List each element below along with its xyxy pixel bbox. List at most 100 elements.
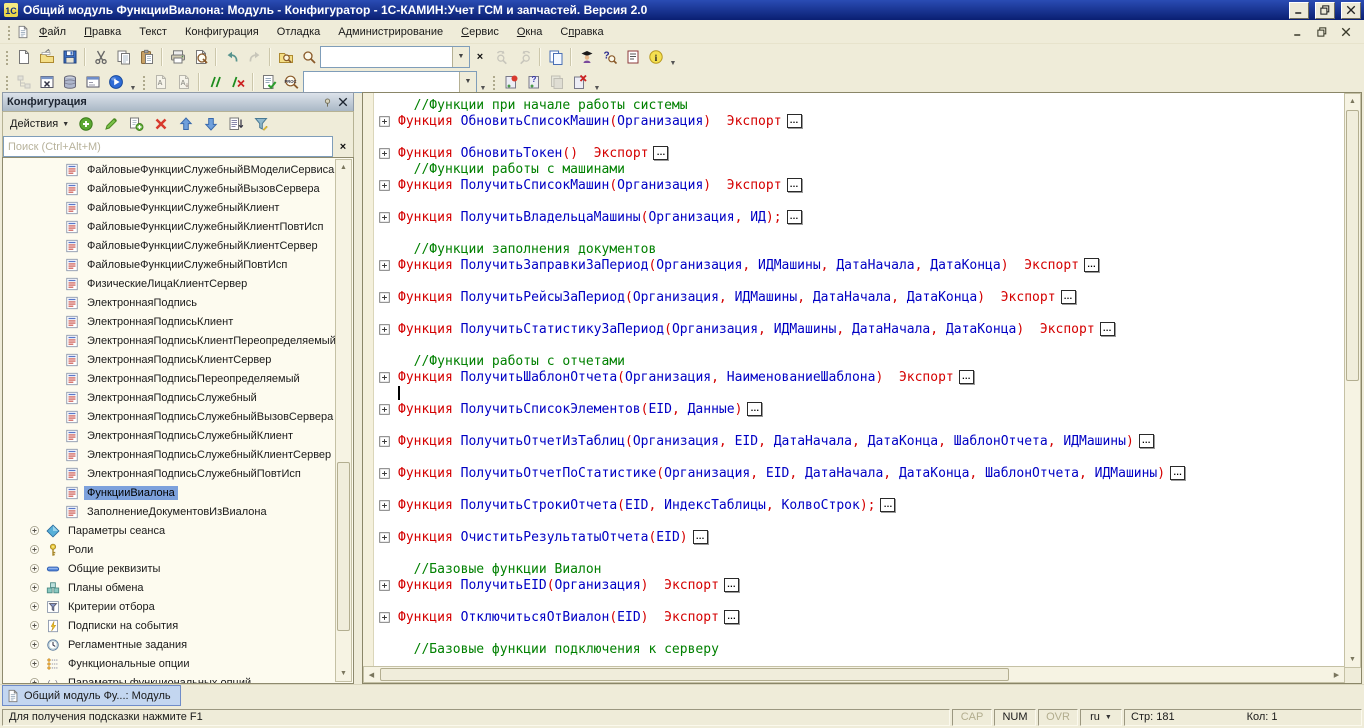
scroll-right-icon[interactable]: ▶ xyxy=(1329,667,1344,682)
code-area[interactable]: //Функции при начале работы системыФункц… xyxy=(374,93,1345,668)
pin-icon[interactable] xyxy=(322,97,333,108)
scroll-down-icon[interactable]: ▼ xyxy=(1345,652,1360,667)
delete-button[interactable] xyxy=(150,114,172,134)
actions-menu-button[interactable]: Действия ▼ xyxy=(6,118,73,130)
collapse-toggle-icon[interactable] xyxy=(379,580,390,591)
format-document-button[interactable]: A xyxy=(149,71,172,93)
open-button[interactable] xyxy=(35,46,58,68)
panel-splitter[interactable] xyxy=(354,92,362,684)
code-line[interactable]: Функция ПолучитьВладельцаМашины(Организа… xyxy=(374,209,1345,225)
tree-item-category[interactable]: Регламентные задания xyxy=(3,635,337,654)
code-line[interactable] xyxy=(374,513,1345,529)
code-line[interactable] xyxy=(374,129,1345,145)
collapse-toggle-icon[interactable] xyxy=(379,532,390,543)
duplicate-button[interactable] xyxy=(544,46,567,68)
collapsed-code-box[interactable]: … xyxy=(959,370,974,384)
tree-item-module[interactable]: ЭлектроннаяПодписьКлиент xyxy=(3,312,337,331)
close-configuration-button[interactable] xyxy=(35,71,58,93)
code-line[interactable]: Функция ПолучитьРейсыЗаПериод(Организаци… xyxy=(374,289,1345,305)
code-line[interactable]: Функция ПолучитьСтрокиОтчета(EID, Индекс… xyxy=(374,497,1345,513)
tree-item-category[interactable]: Критерии отбора xyxy=(3,597,337,616)
collapse-toggle-icon[interactable] xyxy=(379,212,390,223)
mdi-minimize-icon[interactable] xyxy=(1292,26,1304,38)
expander-plus-icon[interactable] xyxy=(29,658,40,669)
expander-plus-icon[interactable] xyxy=(29,639,40,650)
print-preview-button[interactable] xyxy=(189,46,212,68)
move-down-button[interactable] xyxy=(200,114,222,134)
expander-plus-icon[interactable] xyxy=(29,677,40,683)
code-line[interactable]: //Базовые функции Виалон xyxy=(374,561,1345,577)
code-line[interactable] xyxy=(374,625,1345,641)
constructor-delete-button[interactable] xyxy=(568,71,591,93)
tree-item-module[interactable]: ФункцииВиалона xyxy=(3,483,337,502)
language-selector[interactable]: ru ▼ xyxy=(1080,709,1122,726)
filter-button[interactable] xyxy=(250,114,272,134)
code-line[interactable]: Функция ПолучитьШаблонОтчета(Организация… xyxy=(374,369,1345,385)
format-document-alt-button[interactable]: A xyxy=(172,71,195,93)
toolbar-overflow-icon[interactable]: ▼ xyxy=(591,70,603,94)
toolbar-grip[interactable] xyxy=(4,74,10,90)
toolbar-overflow-icon[interactable]: ▼ xyxy=(667,45,679,69)
start-debugging-button[interactable] xyxy=(104,71,127,93)
restore-button[interactable] xyxy=(1315,2,1335,19)
code-line[interactable] xyxy=(374,449,1345,465)
tree-item-module[interactable]: ЭлектроннаяПодпись xyxy=(3,293,337,312)
cut-button[interactable] xyxy=(89,46,112,68)
constructor-question-button[interactable]: ? xyxy=(522,71,545,93)
menu-справка[interactable]: Справка xyxy=(551,23,612,41)
collapse-toggle-icon[interactable] xyxy=(379,260,390,271)
menu-администрирование[interactable]: Администрирование xyxy=(329,23,452,41)
search-input[interactable] xyxy=(3,136,333,157)
expander-plus-icon[interactable] xyxy=(29,620,40,631)
module-editor[interactable]: //Функции при начале работы системыФункц… xyxy=(362,92,1362,684)
collapse-toggle-icon[interactable] xyxy=(379,468,390,479)
code-line[interactable]: Функция ОчиститьРезультатыОтчета(EID)… xyxy=(374,529,1345,545)
collapse-toggle-icon[interactable] xyxy=(379,612,390,623)
chevron-down-icon[interactable]: ▼ xyxy=(452,47,469,67)
code-line[interactable] xyxy=(374,305,1345,321)
collapsed-code-box[interactable]: … xyxy=(1084,258,1099,272)
collapsed-code-box[interactable]: … xyxy=(693,530,708,544)
code-line[interactable]: Функция ПолучитьОтчетИзТаблиц(Организаци… xyxy=(374,433,1345,449)
tree-scrollbar[interactable]: ▲ ▼ xyxy=(335,159,352,682)
window-tab-module[interactable]: Общий модуль Фу...: Модуль xyxy=(2,685,181,706)
collapse-toggle-icon[interactable] xyxy=(379,116,390,127)
search-combobox[interactable]: ▼ xyxy=(320,46,470,68)
edit-button[interactable] xyxy=(100,114,122,134)
redo-button[interactable] xyxy=(243,46,266,68)
mdi-restore-icon[interactable] xyxy=(1316,26,1328,38)
menubar-grip[interactable] xyxy=(6,24,12,40)
tree-item-category[interactable]: Параметры сеанса xyxy=(3,521,337,540)
save-button[interactable] xyxy=(58,46,81,68)
collapsed-code-box[interactable]: … xyxy=(1100,322,1115,336)
clear-search-icon[interactable]: × xyxy=(470,47,490,67)
collapse-toggle-icon[interactable] xyxy=(379,372,390,383)
collapsed-code-box[interactable]: … xyxy=(787,114,802,128)
collapsed-code-box[interactable]: … xyxy=(1170,466,1185,480)
context-help-button[interactable]: ? xyxy=(598,46,621,68)
tree-item-category[interactable]: Функциональные опции xyxy=(3,654,337,673)
code-line[interactable] xyxy=(374,481,1345,497)
collapse-toggle-icon[interactable] xyxy=(379,436,390,447)
code-line[interactable]: Функция ПолучитьEID(Организация) Экспорт… xyxy=(374,577,1345,593)
close-button[interactable] xyxy=(1341,2,1361,19)
panel-close-icon[interactable] xyxy=(337,96,349,108)
database-button[interactable] xyxy=(58,71,81,93)
collapse-toggle-icon[interactable] xyxy=(379,324,390,335)
add-comment-button[interactable] xyxy=(203,71,226,93)
code-line[interactable]: Функция ПолучитьСтатистикуЗаПериод(Орган… xyxy=(374,321,1345,337)
code-line[interactable] xyxy=(374,545,1345,561)
code-line[interactable] xyxy=(374,193,1345,209)
collapse-toggle-icon[interactable] xyxy=(379,292,390,303)
expander-plus-icon[interactable] xyxy=(29,544,40,555)
menu-отладка[interactable]: Отладка xyxy=(268,23,329,41)
code-line[interactable]: Функция ПолучитьСписокЭлементов(EID, Дан… xyxy=(374,401,1345,417)
tree-item-category[interactable]: Общие реквизиты xyxy=(3,559,337,578)
tree-item-module[interactable]: ЭлектроннаяПодписьКлиентСервер xyxy=(3,350,337,369)
code-line[interactable] xyxy=(374,593,1345,609)
toolbar-overflow-icon[interactable]: ▼ xyxy=(127,70,139,94)
collapse-toggle-icon[interactable] xyxy=(379,180,390,191)
tree-item-module[interactable]: ФизическиеЛицаКлиентСервер xyxy=(3,274,337,293)
print-button[interactable] xyxy=(166,46,189,68)
code-line[interactable]: //Базовые функции подключения к серверу xyxy=(374,641,1345,657)
